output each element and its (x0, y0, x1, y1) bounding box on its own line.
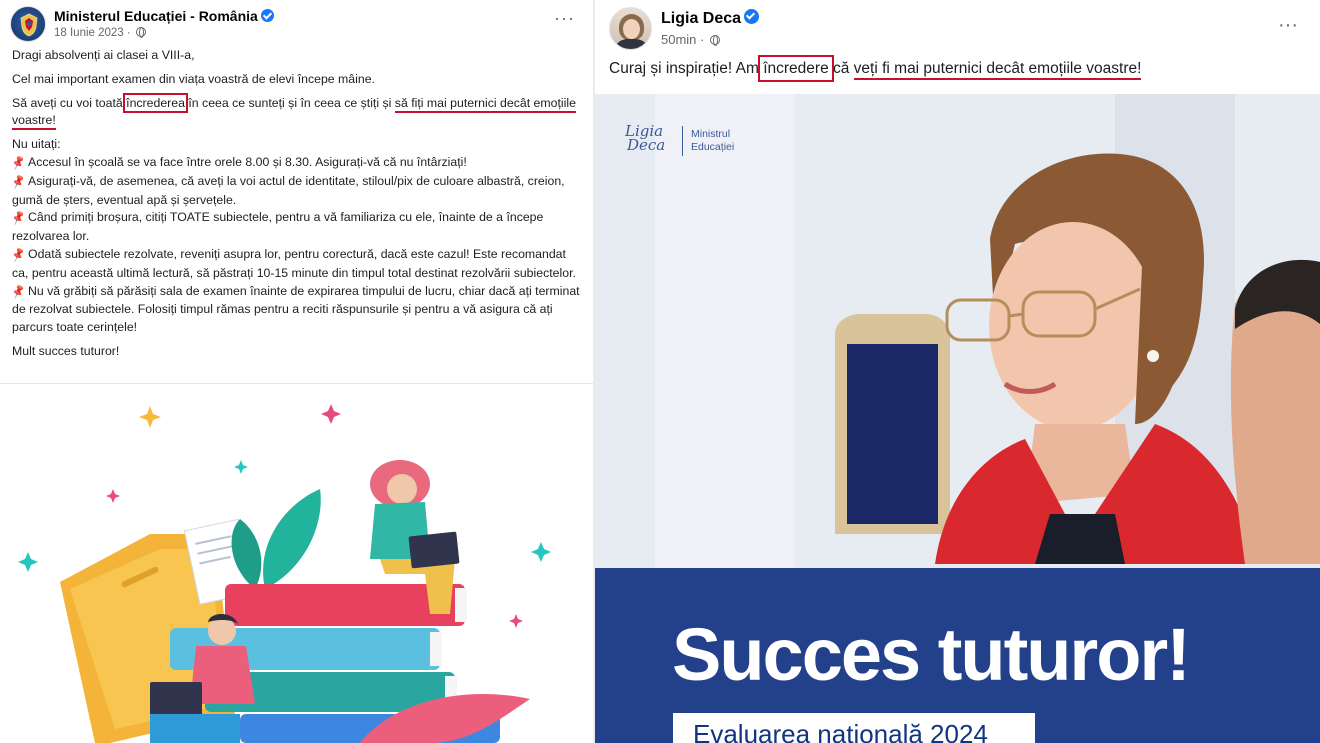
left-more-options-button[interactable]: ··· (554, 8, 575, 29)
left-intro: Cel mai important examen din viața voast… (12, 71, 375, 86)
minister-photo[interactable]: Ligia Deca Ministrul Educației Succes tu… (595, 94, 1320, 743)
ministry-avatar[interactable] (10, 6, 46, 42)
study-illustration-graphic (18, 404, 551, 743)
verified-badge-icon (744, 9, 760, 24)
left-encouragement-b: în ceea ce sunteți și în ceea ce știți ș… (184, 95, 395, 110)
ligia-avatar[interactable] (609, 7, 652, 50)
left-closing: Mult succes tuturor! (12, 343, 120, 358)
left-encouragement: Să aveți cu voi toată încrederea în ceea… (12, 92, 584, 131)
list-item: 📌Odată subiectele rezolvate, reveniți as… (10, 246, 584, 283)
logo-script-line-2: Deca (627, 136, 666, 154)
list-item: 📌Nu vă grăbiți să părăsiți sala de exame… (10, 283, 584, 337)
right-time-label[interactable]: 50min (661, 32, 696, 47)
avatar-body (616, 39, 647, 49)
right-post-time: 50min · (661, 32, 720, 47)
globe-icon (135, 27, 146, 38)
right-facebook-post: Ligia Deca 50min · ··· Curaj și inspiraț… (595, 0, 1320, 743)
banner-subtitle: Evaluarea națională 2024 (693, 719, 988, 743)
right-author-name[interactable]: Ligia Deca (661, 9, 760, 28)
right-highlight-box-word: încredere (758, 55, 834, 82)
left-author-name[interactable]: Ministerul Educației - România (54, 8, 274, 24)
list-item: 📌Accesul în școală se va face între orel… (10, 154, 584, 173)
list-item-text: Odată subiectele rezolvate, reveniți asu… (12, 246, 576, 280)
left-highlight-box-word: încrederea (123, 92, 188, 113)
logo-ministry-line-1: Ministrul (691, 128, 731, 140)
left-post-header: Ministerul Educației - România 18 Iunie … (10, 6, 585, 42)
left-post-date: 18 Iunie 2023 · (54, 27, 146, 39)
right-text-a: Curaj și inspirație! Am (609, 60, 764, 77)
students-books-illustration[interactable] (0, 384, 593, 743)
verified-badge-icon (260, 9, 274, 22)
logo-script-name: Ligia Deca (625, 124, 666, 154)
banner-title: Succes tuturor! (672, 613, 1191, 696)
left-encouragement-a: Să aveți cu voi toată (12, 95, 127, 110)
right-post-text: Curaj și inspirație! Am încredere că veț… (609, 55, 1142, 82)
list-item: 📌Când primiți broșura, citiți TOATE subi… (10, 209, 584, 246)
left-facebook-post: Ministerul Educației - România 18 Iunie … (0, 0, 593, 743)
right-text-b: că (828, 60, 854, 77)
logo-ministry-title: Ministrul Educației (691, 128, 734, 154)
list-item-text: Când primiți broșura, citiți TOATE subie… (12, 210, 544, 244)
right-author-label[interactable]: Ligia Deca (661, 10, 741, 27)
banner-subtitle-box: Evaluarea națională 2024 (673, 713, 1035, 743)
left-post-text: Dragi absolvenți ai clasei a VIII-a, Cel… (10, 47, 584, 367)
list-item-text: Asigurați-vă, de asemenea, că aveți la v… (12, 173, 565, 207)
left-greeting: Dragi absolvenți ai clasei a VIII-a, (12, 48, 195, 62)
avatar-face (623, 19, 640, 39)
coat-of-arms-icon (20, 13, 38, 37)
list-item-text: Accesul în școală se va face între orele… (28, 154, 467, 169)
globe-icon (709, 35, 720, 46)
sparkle-icon (139, 406, 161, 428)
logo-divider (682, 126, 683, 156)
left-reminder-title: Nu uitați: (12, 137, 61, 152)
success-banner: Succes tuturor! Evaluarea națională 2024 (595, 568, 1320, 743)
left-author-label[interactable]: Ministerul Educației - România (54, 8, 258, 24)
list-item: 📌Asigurați-vă, de asemenea, că aveți la … (10, 173, 584, 210)
left-date-label[interactable]: 18 Iunie 2023 (54, 27, 124, 39)
list-item-text: Nu vă grăbiți să părăsiți sala de examen… (12, 283, 580, 335)
right-more-options-button[interactable]: ··· (1278, 14, 1298, 37)
right-highlight-underline-phrase: veți fi mai puternici decât emoțiile voa… (853, 60, 1142, 80)
logo-ministry-line-2: Educației (691, 141, 735, 153)
